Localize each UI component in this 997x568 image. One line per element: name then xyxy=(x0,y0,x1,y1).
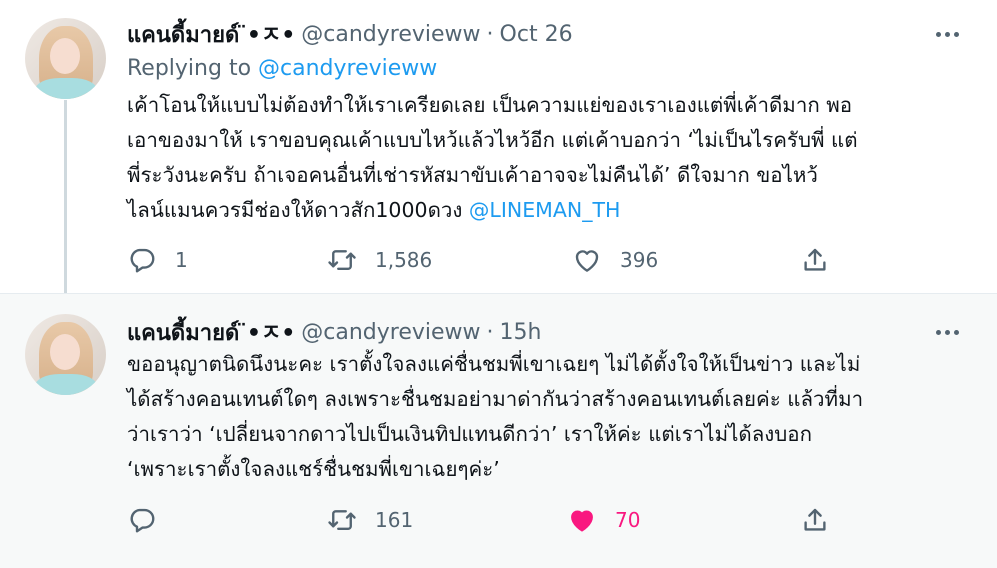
share-button[interactable] xyxy=(800,502,830,538)
like-button[interactable]: 396 xyxy=(572,242,658,278)
reply-button[interactable] xyxy=(127,502,175,538)
reply-button[interactable]: 1 xyxy=(127,242,188,278)
replying-handle-link[interactable]: @candyrevieww xyxy=(258,56,437,81)
like-icon xyxy=(575,250,599,272)
timestamp[interactable]: Oct 26 xyxy=(500,22,573,47)
thread-line xyxy=(64,100,67,305)
retweet-button[interactable]: 161 xyxy=(327,502,413,538)
retweet-count: 1,586 xyxy=(375,248,433,272)
display-name[interactable]: แคนดี้มายด์ ̈•ㅈ• xyxy=(127,17,295,52)
handle[interactable]: @candyrevieww xyxy=(301,320,480,345)
retweet-count: 161 xyxy=(375,508,414,532)
replying-to: Replying to @candyrevieww xyxy=(127,56,437,81)
like-icon xyxy=(571,510,593,532)
like-count: 396 xyxy=(620,248,659,272)
reply-icon xyxy=(130,248,155,273)
retweet-icon xyxy=(328,250,356,270)
tweet[interactable]: แคนดี้มายด์ ̈•ㅈ• @candyrevieww · 15h ขออ… xyxy=(0,293,997,568)
tweet-actions: 1 1,586 396 xyxy=(127,242,847,278)
tweet-actions: 161 70 xyxy=(127,502,847,538)
tweet-text: เค้าโอนให้แบบไม่ต้องทำให้เราเครียดเลย เป… xyxy=(127,88,957,228)
tweet-header: แคนดี้มายด์ ̈•ㅈ• @candyrevieww · Oct 26 xyxy=(127,20,573,48)
tweet[interactable]: แคนดี้มายด์ ̈•ㅈ• @candyrevieww · Oct 26 … xyxy=(0,0,997,293)
retweet-button[interactable]: 1,586 xyxy=(327,242,432,278)
avatar[interactable] xyxy=(25,314,106,395)
separator: · xyxy=(486,21,494,47)
share-icon xyxy=(804,508,826,531)
reply-icon xyxy=(130,508,155,533)
replying-prefix: Replying to xyxy=(127,56,252,81)
share-icon xyxy=(804,248,826,271)
separator: · xyxy=(486,319,494,345)
mention-link[interactable]: @LINEMAN_TH xyxy=(469,198,621,222)
share-button[interactable] xyxy=(800,242,830,278)
tweet-text: ขออนุญาตนิดนึงนะคะ เราตั้งใจลงแค่ชื่นชมพ… xyxy=(127,347,957,487)
like-button[interactable]: 70 xyxy=(567,502,640,538)
timestamp[interactable]: 15h xyxy=(500,320,542,345)
retweet-icon xyxy=(328,510,356,530)
more-icon[interactable] xyxy=(929,20,965,48)
tweet-header: แคนดี้มายด์ ̈•ㅈ• @candyrevieww · 15h xyxy=(127,318,541,346)
tweet-body: ขออนุญาตนิดนึงนะคะ เราตั้งใจลงแค่ชื่นชมพ… xyxy=(127,352,864,481)
more-icon[interactable] xyxy=(929,318,965,346)
avatar[interactable] xyxy=(25,18,106,99)
like-count: 70 xyxy=(615,508,641,532)
handle[interactable]: @candyrevieww xyxy=(301,22,480,47)
reply-count: 1 xyxy=(175,248,188,272)
display-name[interactable]: แคนดี้มายด์ ̈•ㅈ• xyxy=(127,315,295,350)
